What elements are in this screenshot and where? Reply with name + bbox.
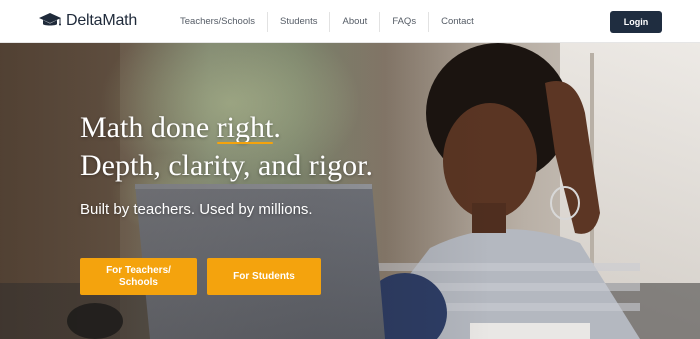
hero-title-emphasis: right xyxy=(216,109,273,147)
nav-about[interactable]: About xyxy=(329,12,379,32)
logo-text: DeltaMath xyxy=(66,12,138,29)
graduation-cap-icon xyxy=(39,13,61,26)
hero-title: Math done right. Depth, clarity, and rig… xyxy=(80,109,373,185)
nav-students[interactable]: Students xyxy=(266,12,330,32)
for-teachers-schools-button[interactable]: For Teachers/ Schools xyxy=(80,258,197,295)
nav-faqs[interactable]: FAQs xyxy=(379,12,428,32)
hero-title-line-2: Depth, clarity, and rigor. xyxy=(80,149,373,182)
hero-section: Math done right. Depth, clarity, and rig… xyxy=(0,43,700,339)
nav-contact[interactable]: Contact xyxy=(428,12,486,32)
logo[interactable]: DeltaMath xyxy=(38,11,137,31)
hero-title-line-1: Math done right. xyxy=(80,109,373,147)
hero-subtitle: Built by teachers. Used by millions. xyxy=(80,201,313,218)
hero-title-prefix: Math done xyxy=(80,111,217,144)
for-students-button[interactable]: For Students xyxy=(207,258,321,295)
top-navbar: DeltaMath Teachers/Schools Students Abou… xyxy=(0,0,700,43)
login-button[interactable]: Login xyxy=(610,11,662,33)
nav-teachers-schools[interactable]: Teachers/Schools xyxy=(168,12,267,32)
hero-title-suffix: . xyxy=(273,111,281,144)
main-nav: Teachers/Schools Students About FAQs Con… xyxy=(168,12,486,32)
